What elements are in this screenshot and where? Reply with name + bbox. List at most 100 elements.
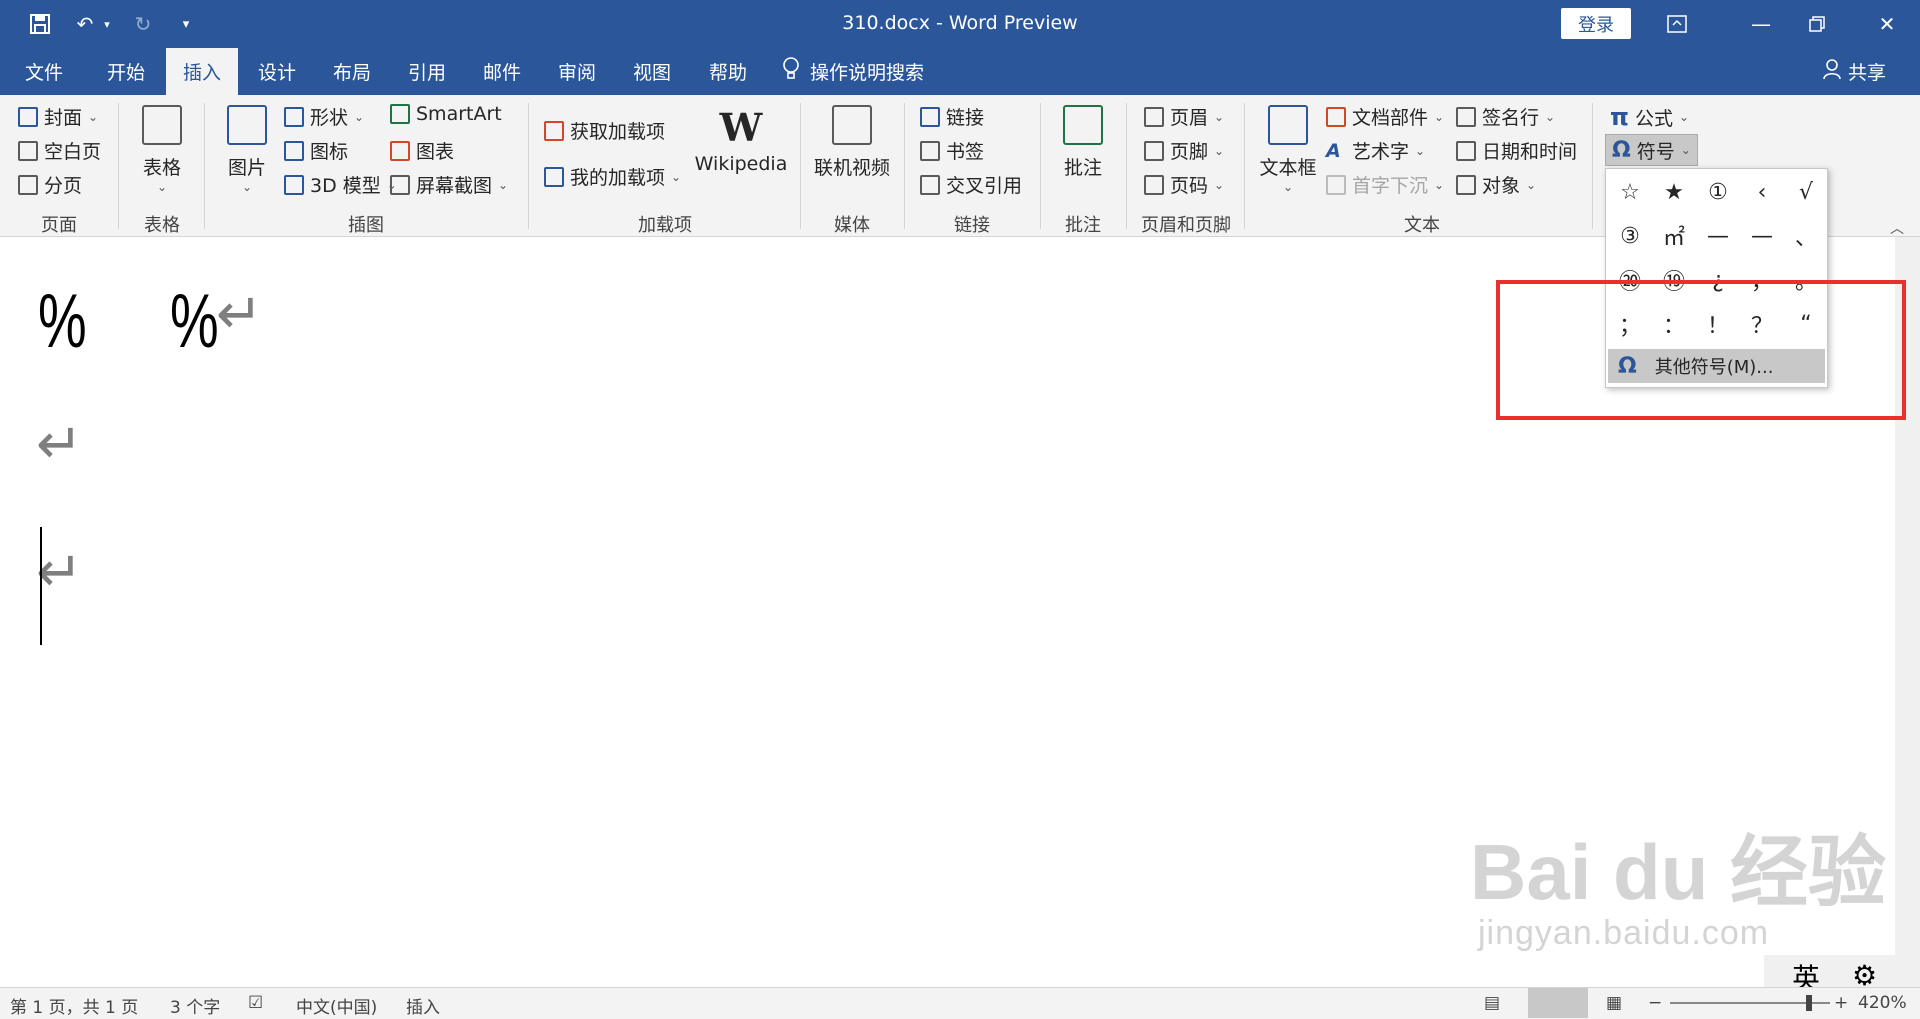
link-button[interactable]: 链接 [920, 103, 984, 130]
tab-view[interactable]: 视图 [614, 48, 690, 95]
symbol-item[interactable]: ★ [1652, 170, 1696, 214]
link-icon [920, 106, 940, 127]
tab-design[interactable]: 设计 [240, 48, 314, 95]
wikipedia-icon: W [719, 105, 763, 150]
table-button[interactable]: 表格 ⌄ [138, 105, 186, 194]
paragraph-mark-3: ↵ [36, 540, 83, 605]
smartart-icon [390, 104, 410, 124]
3d-models-button[interactable]: 3D 模型 ⌄ [284, 171, 397, 198]
get-addins-button[interactable]: 获取加载项 [544, 117, 665, 144]
textbox-button[interactable]: 文本框 ⌄ [1258, 105, 1318, 194]
login-button[interactable]: 登录 [1561, 8, 1631, 39]
online-video-button[interactable]: 联机视频 [810, 105, 894, 180]
comment-icon [1063, 105, 1103, 145]
tab-help[interactable]: 帮助 [690, 48, 766, 95]
web-layout-icon[interactable]: ▦ [1606, 993, 1622, 1013]
quick-parts-label: 文档部件 [1352, 107, 1429, 129]
document-text-percent-1: % [38, 279, 87, 364]
page-break-button[interactable]: 分页 [18, 171, 82, 198]
group-label-text: 文本 [1404, 215, 1440, 236]
link-label: 链接 [946, 107, 985, 129]
zoom-level[interactable]: 420% [1858, 993, 1907, 1013]
symbol-item[interactable]: ☆ [1608, 170, 1652, 214]
tab-review[interactable]: 审阅 [540, 48, 614, 95]
symbol-item[interactable]: √ [1784, 170, 1828, 214]
footer-button[interactable]: 页脚 ⌄ [1144, 137, 1224, 164]
object-button[interactable]: 对象 ⌄ [1456, 171, 1536, 198]
my-addins-button[interactable]: 我的加载项 ⌄ [544, 163, 681, 190]
symbol-item[interactable]: 、 [1784, 214, 1828, 258]
page-break-label: 分页 [44, 175, 83, 197]
screenshot-label: 屏幕截图 [416, 175, 493, 197]
ribbon-display-options-icon[interactable] [1644, 0, 1710, 48]
page-number-label: 页码 [1170, 175, 1209, 197]
new-comment-button[interactable]: 批注 [1058, 105, 1108, 180]
drop-cap-button[interactable]: 首字下沉 ⌄ [1326, 171, 1444, 198]
zoom-out-icon[interactable]: − [1648, 993, 1662, 1013]
signature-line-button[interactable]: 签名行 ⌄ [1456, 103, 1555, 130]
equation-button[interactable]: π 公式 ⌄ [1610, 103, 1689, 131]
word-count[interactable]: 3 个字 [170, 993, 220, 1018]
cross-reference-button[interactable]: 交叉引用 [920, 171, 1022, 198]
print-layout-icon[interactable] [1528, 988, 1588, 1018]
close-icon[interactable]: ✕ [1854, 0, 1920, 48]
icons-button[interactable]: 图标 [284, 137, 348, 164]
symbol-item[interactable]: ③ [1608, 214, 1652, 258]
header-label: 页眉 [1170, 107, 1209, 129]
symbol-label: 符号 [1636, 140, 1675, 163]
proofing-icon[interactable]: ☑ [248, 993, 263, 1013]
quick-parts-button[interactable]: 文档部件 ⌄ [1326, 103, 1444, 130]
date-time-button[interactable]: 日期和时间 [1456, 137, 1577, 164]
screenshot-button[interactable]: 屏幕截图 ⌄ [390, 171, 508, 198]
language-indicator[interactable]: 中文(中国) [296, 993, 377, 1018]
signature-line-label: 签名行 [1482, 107, 1540, 129]
tab-home[interactable]: 开始 [88, 48, 164, 95]
my-addins-label: 我的加载项 [570, 167, 666, 189]
read-mode-icon[interactable]: ▤ [1484, 993, 1500, 1013]
symbol-item[interactable]: ㎡ [1652, 214, 1696, 258]
window-title: 310.docx - Word Preview [842, 12, 1078, 34]
tab-references[interactable]: 引用 [390, 48, 464, 95]
icons-icon [284, 140, 304, 161]
camera-icon [390, 174, 410, 195]
online-video-label: 联机视频 [813, 157, 890, 179]
share-button[interactable]: 共享 [1822, 48, 1886, 95]
pictures-button[interactable]: 图片 ⌄ [222, 105, 272, 194]
tab-file[interactable]: 文件 [0, 48, 88, 95]
shapes-icon [284, 106, 304, 127]
tab-mailings[interactable]: 邮件 [464, 48, 540, 95]
bookmark-icon [920, 140, 940, 161]
smartart-button[interactable]: SmartArt [390, 103, 502, 125]
collapse-ribbon-icon[interactable]: ︿ [1890, 218, 1904, 238]
zoom-in-icon[interactable]: + [1834, 993, 1848, 1013]
tell-me-label: 操作说明搜索 [810, 62, 925, 84]
shapes-button[interactable]: 形状 ⌄ [284, 103, 364, 130]
addins-icon [544, 166, 564, 187]
symbol-item[interactable]: — [1696, 214, 1740, 258]
tab-layout[interactable]: 布局 [314, 48, 390, 95]
insert-mode[interactable]: 插入 [406, 993, 440, 1018]
tab-insert[interactable]: 插入 [166, 48, 238, 95]
page-number-button[interactable]: 页码 ⌄ [1144, 171, 1224, 198]
wordart-button[interactable]: A 艺术字 ⌄ [1326, 137, 1425, 164]
person-icon [1822, 58, 1842, 85]
zoom-slider-thumb[interactable] [1806, 995, 1812, 1011]
status-bar: 第 1 页，共 1 页 3 个字 ☑ 中文(中国) 插入 ▤ ▦ − + 420… [0, 987, 1920, 1019]
wordart-icon: A [1326, 139, 1341, 162]
header-button[interactable]: 页眉 ⌄ [1144, 103, 1224, 130]
restore-icon[interactable] [1784, 0, 1850, 48]
textbox-icon [1268, 105, 1308, 145]
group-label-header-footer: 页眉和页脚 [1141, 215, 1231, 236]
blank-page-button[interactable]: 空白页 [18, 137, 101, 164]
watermark-logo: Bai du 经验 [1470, 828, 1887, 916]
cover-page-button[interactable]: 封面 ⌄ [18, 103, 98, 130]
bookmark-button[interactable]: 书签 [920, 137, 984, 164]
page-count[interactable]: 第 1 页，共 1 页 [10, 993, 138, 1018]
symbol-item[interactable]: — [1740, 214, 1784, 258]
wikipedia-button[interactable]: W Wikipedia [695, 105, 788, 175]
symbol-item[interactable]: ① [1696, 170, 1740, 214]
chart-button[interactable]: 图表 [390, 137, 454, 164]
symbol-button[interactable]: Ω 符号 ⌄ [1605, 134, 1698, 166]
symbol-item[interactable]: ‹ [1740, 170, 1784, 214]
tell-me-search[interactable]: 操作说明搜索 [782, 48, 924, 95]
